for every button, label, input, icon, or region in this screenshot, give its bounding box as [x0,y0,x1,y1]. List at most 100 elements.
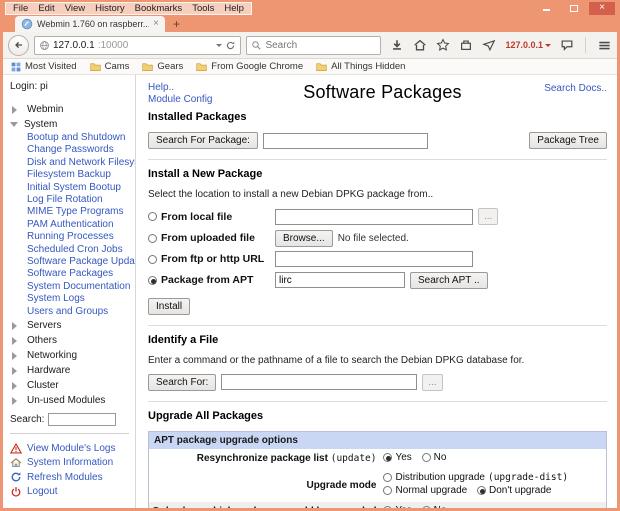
sidebar-item-software-package-updates[interactable]: Software Package Updates [10,256,132,268]
tab-close-icon[interactable]: × [153,19,159,29]
sidebar-item-pam-authentication[interactable]: PAM Authentication [10,219,132,231]
menu-history[interactable]: History [95,3,125,14]
bookmark-star-icon[interactable] [436,38,450,52]
back-button[interactable] [8,35,29,56]
sidebar-item-log-file-rotation[interactable]: Log File Rotation [10,194,132,206]
urlbar-dropdown-icon[interactable] [216,44,222,50]
radio-icon[interactable] [148,276,157,285]
radio-icon[interactable] [148,255,157,264]
hello-chat-icon[interactable] [560,38,574,52]
help-link[interactable]: Help.. [148,82,243,94]
reload-icon[interactable] [225,40,236,51]
close-button[interactable]: × [589,2,615,15]
sidebar-category-un-used-modules[interactable]: Un-used Modules [10,393,132,408]
module-config-link[interactable]: Module Config [148,94,243,106]
menu-tools[interactable]: Tools [192,3,214,14]
sidebar-item-users-and-groups[interactable]: Users and Groups [10,306,132,318]
menu-file[interactable]: File [13,3,28,14]
home-icon[interactable] [413,38,427,52]
sidebar-item-mime-type-programs[interactable]: MIME Type Programs [10,206,132,218]
sidebar-category-networking[interactable]: Networking [10,348,132,363]
package-tree-button[interactable]: Package Tree [529,132,607,149]
sidebar-category-system[interactable]: System [10,117,132,132]
menu-view[interactable]: View [65,3,85,14]
radio-from-local-file[interactable]: From local file [148,211,270,223]
radio-icon[interactable] [383,473,392,482]
bookmark-folder-all-things-hidden[interactable]: All Things Hidden [316,61,405,72]
sidebar-item-filesystem-backup[interactable]: Filesystem Backup [10,169,132,181]
sidebar-category-webmin[interactable]: Webmin [10,102,132,117]
radio-icon[interactable] [148,212,157,221]
sidebar-search-input[interactable] [48,413,116,426]
section-divider [148,325,607,326]
sidebar-item-scheduled-cron-jobs[interactable]: Scheduled Cron Jobs [10,244,132,256]
bookmark-folder-cams[interactable]: Cams [90,61,130,72]
maximize-button[interactable] [561,2,587,15]
radio-icon[interactable] [383,453,392,462]
sidebar-item-running-processes[interactable]: Running Processes [10,231,132,243]
radio-icon[interactable] [383,486,392,495]
sidebar-category-hardware[interactable]: Hardware [10,363,132,378]
radio-resync-yes[interactable]: Yes [383,452,411,463]
menu-edit[interactable]: Edit [38,3,54,14]
search-apt-button[interactable]: Search APT .. [410,272,488,289]
sidebar-category-others[interactable]: Others [10,333,132,348]
radio-icon[interactable] [477,486,486,495]
radio-icon[interactable] [422,506,431,508]
search-for-package-button[interactable]: Search For Package: [148,132,258,149]
sidebar-item-change-passwords[interactable]: Change Passwords [10,144,132,156]
local-file-input[interactable] [275,209,473,225]
radio-package-from-apt[interactable]: Package from APT [148,274,270,286]
radio-normal-upgrade[interactable]: Normal upgrade [383,485,467,496]
search-for-button[interactable]: Search For: [148,374,216,391]
bookmark-folder-from-google-chrome[interactable]: From Google Chrome [196,61,303,72]
package-search-input[interactable] [263,133,428,149]
bookmarks-library-icon[interactable] [459,38,473,52]
radio-only-show-yes[interactable]: Yes [383,505,411,508]
radio-resync-no[interactable]: No [422,452,447,463]
search-docs-link[interactable]: Search Docs.. [544,83,607,94]
radio-icon[interactable] [422,453,431,462]
sidebar-item-system-documentation[interactable]: System Documentation [10,281,132,293]
identify-file-input[interactable] [221,374,417,390]
refresh-icon-link[interactable]: Refresh Modules [10,470,132,485]
system-information-link[interactable]: System Information [10,456,132,471]
radio-dont-upgrade[interactable]: Don't upgrade [477,485,552,496]
radio-from-uploaded-file[interactable]: From uploaded file [148,232,270,244]
new-tab-button[interactable]: + [173,18,180,30]
install-button[interactable]: Install [148,298,190,315]
radio-icon[interactable] [383,506,392,508]
sidebar-item-software-packages[interactable]: Software Packages [10,268,132,280]
menu-help[interactable]: Help [224,3,244,14]
radio-only-show-no[interactable]: No [422,505,447,508]
local-file-chooser-button[interactable]: ... [478,208,498,225]
sidebar-item-initial-system-bootup[interactable]: Initial System Bootup [10,182,132,194]
radio-distribution-upgrade[interactable]: Distribution upgrade (upgrade-dist) [383,472,568,483]
page-title: Software Packages [243,82,522,105]
apt-package-input[interactable] [275,272,405,288]
minimize-button[interactable] [533,2,559,15]
radio-from-ftp-or-http-url[interactable]: From ftp or http URL [148,253,270,265]
identify-file-chooser-button[interactable]: ... [422,374,442,391]
search-bar[interactable] [246,36,381,55]
menu-bookmarks[interactable]: Bookmarks [135,3,183,14]
radio-icon[interactable] [148,234,157,243]
sidebar-item-system-logs[interactable]: System Logs [10,293,132,305]
view-modules-logs-link[interactable]: View Module's Logs [10,441,132,456]
site-identity-indicator[interactable]: 127.0.0.1 [505,40,551,50]
tab-webmin[interactable]: Webmin 1.760 on raspberr... × [15,16,165,32]
bookmark-most-visited[interactable]: Most Visited [11,61,77,72]
pocket-icon[interactable] [482,38,496,52]
search-input[interactable] [265,40,397,51]
sidebar-item-bootup-and-shutdown[interactable]: Bootup and Shutdown [10,132,132,144]
package-url-input[interactable] [275,251,473,267]
logout-link[interactable]: Logout [10,485,132,500]
bookmark-folder-gears[interactable]: Gears [142,61,183,72]
hamburger-menu-icon[interactable] [597,38,612,53]
sidebar-category-cluster[interactable]: Cluster [10,378,132,393]
sidebar-item-disk-and-network-filesystems[interactable]: Disk and Network Filesystems [10,157,132,169]
sidebar-category-servers[interactable]: Servers [10,318,132,333]
url-bar[interactable]: 127.0.0.1 :10000 [34,36,241,55]
download-icon[interactable] [390,38,404,52]
browse-button[interactable]: Browse... [275,230,333,247]
